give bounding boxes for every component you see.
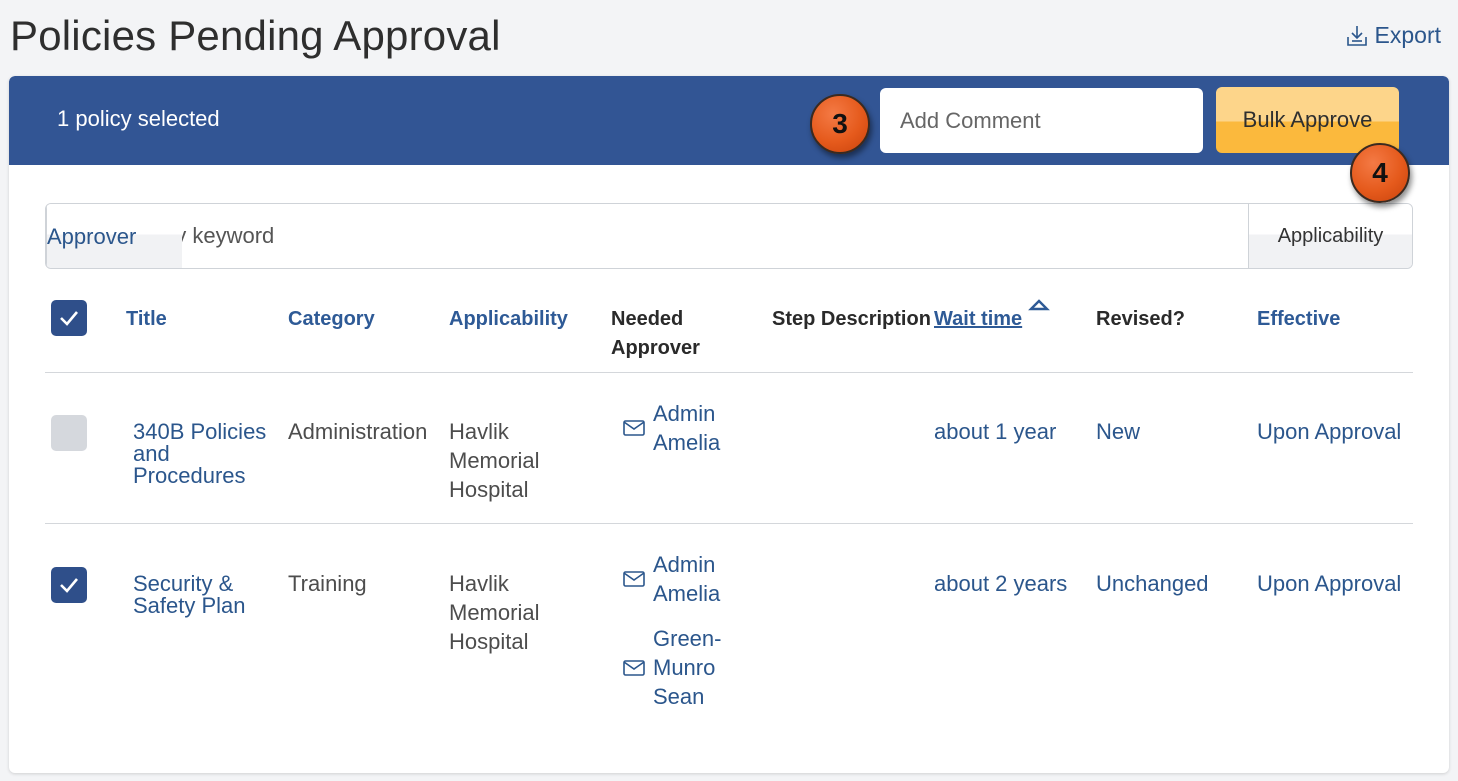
applicability-cell: Havlik Memorial Hospital bbox=[449, 571, 540, 654]
filter-keyword-input[interactable] bbox=[108, 223, 1008, 249]
select-all-checkbox[interactable] bbox=[51, 300, 87, 336]
bulk-action-bar: 1 policy selected Bulk Approve bbox=[9, 76, 1449, 165]
header-divider bbox=[45, 372, 1413, 373]
filter-bar: Approver Applicability bbox=[45, 203, 1413, 269]
category-cell: Administration bbox=[288, 419, 428, 444]
export-link[interactable]: Export bbox=[1345, 22, 1441, 49]
wait-time-cell: about 2 years bbox=[934, 571, 1068, 596]
applicability-cell: Havlik Memorial Hospital bbox=[449, 419, 540, 502]
row-checkbox[interactable] bbox=[51, 415, 87, 451]
envelope-icon bbox=[623, 420, 645, 436]
column-wait-time[interactable]: Wait time bbox=[934, 305, 1022, 334]
selected-count: 1 policy selected bbox=[57, 106, 220, 131]
column-needed-approver: Needed Approver bbox=[611, 305, 700, 363]
policy-title-link[interactable]: Security & Safety Plan bbox=[133, 573, 246, 617]
callout-badge: 4 bbox=[1350, 143, 1410, 203]
envelope-icon bbox=[623, 571, 645, 587]
column-effective[interactable]: Effective bbox=[1257, 305, 1340, 334]
download-tray-icon bbox=[1346, 25, 1367, 46]
column-needed-approver-line1: Needed bbox=[611, 308, 684, 330]
checkmark-icon bbox=[60, 311, 78, 326]
page-title: Policies Pending Approval bbox=[10, 12, 501, 59]
category-cell: Training bbox=[288, 571, 367, 596]
caret-up-icon[interactable] bbox=[1028, 298, 1050, 312]
export-label: Export bbox=[1374, 22, 1441, 48]
column-category[interactable]: Category bbox=[288, 305, 375, 334]
approval-panel: 1 policy selected Bulk Approve Approver … bbox=[9, 76, 1449, 773]
effective-cell: Upon Approval bbox=[1257, 571, 1402, 596]
revised-cell: New bbox=[1096, 419, 1141, 444]
policy-title-link[interactable]: 340B Policies and Procedures bbox=[133, 421, 266, 487]
column-title[interactable]: Title bbox=[126, 305, 167, 334]
approver-link[interactable]: Admin Amelia bbox=[623, 550, 720, 608]
add-comment-input[interactable] bbox=[880, 88, 1203, 153]
approver-filter-button[interactable]: Approver bbox=[46, 204, 182, 268]
column-needed-approver-line2: Approver bbox=[611, 337, 700, 359]
approver-link[interactable]: Admin Amelia bbox=[623, 399, 720, 457]
callout-badge: 3 bbox=[810, 94, 870, 154]
revised-cell: Unchanged bbox=[1096, 571, 1209, 596]
checkmark-icon bbox=[60, 578, 78, 593]
row-checkbox[interactable] bbox=[51, 567, 87, 603]
row-divider bbox=[45, 523, 1413, 524]
effective-cell: Upon Approval bbox=[1257, 419, 1402, 444]
applicability-filter-button[interactable]: Applicability bbox=[1248, 204, 1412, 268]
column-applicability[interactable]: Applicability bbox=[449, 305, 568, 334]
column-revised: Revised? bbox=[1096, 308, 1185, 330]
wait-time-cell: about 1 year bbox=[934, 419, 1057, 444]
column-step-description: Step Description bbox=[772, 308, 931, 330]
envelope-icon bbox=[623, 659, 645, 676]
filter-search bbox=[46, 204, 1248, 268]
approver-link[interactable]: Green- Munro Sean bbox=[623, 624, 721, 711]
